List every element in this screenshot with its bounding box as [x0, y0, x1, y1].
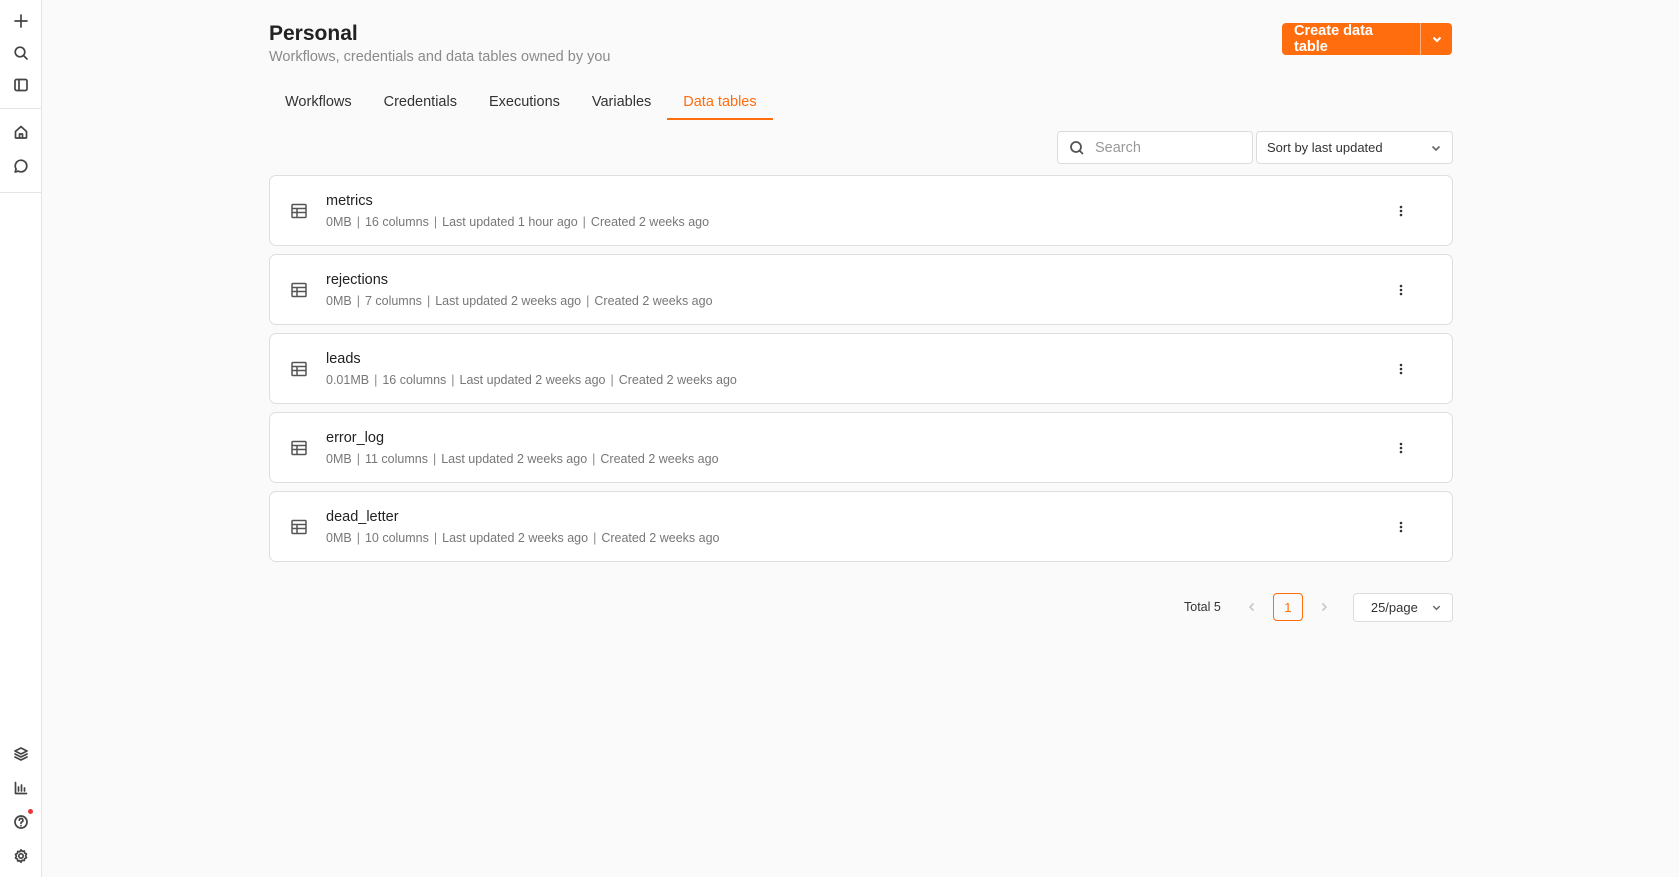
search-icon [1070, 140, 1084, 155]
prev-page-button[interactable] [1241, 594, 1263, 620]
data-table-created: Created 2 weeks ago [618, 373, 737, 387]
data-table-columns: 10 columns [364, 531, 429, 545]
chevron-right-icon [1321, 602, 1327, 612]
sort-select-value: Sort by last updated [1267, 140, 1383, 155]
sidebar-divider [0, 108, 41, 109]
data-table-created: Created 2 weeks ago [594, 294, 713, 308]
data-table-size: 0MB [326, 531, 352, 545]
table-icon [290, 202, 308, 220]
home-icon[interactable] [8, 119, 34, 145]
page-title: Personal [269, 22, 358, 45]
search-icon[interactable] [8, 40, 34, 66]
data-table-updated: Last updated 2 weeks ago [435, 294, 582, 308]
data-table-name[interactable]: rejections [326, 272, 388, 288]
more-options-icon[interactable] [1390, 437, 1412, 459]
data-table-updated: Last updated 2 weeks ago [442, 531, 589, 545]
data-table-size: 0.01MB [326, 373, 370, 387]
data-table-row-dead-letter[interactable]: dead_letter 0MB | 10 columns | Last updated … [269, 491, 1453, 562]
tab-variables[interactable]: Variables [576, 88, 667, 120]
tab-workflows[interactable]: Workflows [269, 88, 368, 120]
search-box[interactable] [1057, 131, 1253, 164]
data-table-meta: 0MB | 10 columns | Last updated 2 weeks ago |… [326, 531, 720, 545]
chevron-down-icon [1431, 145, 1441, 151]
data-table-row-metrics[interactable]: metrics 0MB | 16 columns | Last updated 1 ho… [269, 175, 1453, 246]
more-options-icon[interactable] [1390, 200, 1412, 222]
data-table-columns: 16 columns [364, 215, 429, 229]
tab-data-tables[interactable]: Data tables [667, 88, 773, 120]
create-data-table-button[interactable]: Create data table [1282, 23, 1421, 55]
data-table-list: metrics 0MB | 16 columns | Last updated 1 ho… [269, 175, 1453, 570]
notification-dot [28, 809, 33, 814]
data-table-row-rejections[interactable]: rejections 0MB | 7 columns | Last updated 2 … [269, 254, 1453, 325]
data-table-size: 0MB [326, 452, 352, 466]
sidebar-divider [0, 192, 41, 193]
next-page-button[interactable] [1313, 594, 1335, 620]
chevron-down-icon [1432, 36, 1441, 43]
data-table-columns: 16 columns [382, 373, 447, 387]
page-subtitle: Workflows, credentials and data tables o… [269, 49, 611, 65]
settings-icon[interactable] [8, 843, 34, 869]
data-table-columns: 7 columns [364, 294, 422, 308]
data-table-meta: 0.01MB | 16 columns | Last updated 2 weeks a… [326, 373, 737, 387]
data-table-created: Created 2 weeks ago [590, 215, 710, 229]
tab-executions[interactable]: Executions [473, 88, 576, 120]
data-table-name[interactable]: leads [326, 351, 361, 367]
data-table-created: Created 2 weeks ago [600, 452, 719, 466]
data-table-meta: 0MB | 11 columns | Last updated 2 weeks ago |… [326, 452, 719, 466]
more-options-icon[interactable] [1390, 516, 1412, 538]
create-data-table-button-group: Create data table [1282, 23, 1452, 55]
data-table-created: Created 2 weeks ago [601, 531, 720, 545]
chat-icon[interactable] [8, 153, 34, 179]
data-table-size: 0MB [326, 215, 352, 229]
chevron-down-icon [1432, 605, 1441, 610]
more-options-icon[interactable] [1390, 279, 1412, 301]
pagination-total: Total 5 [1184, 600, 1221, 614]
data-table-name[interactable]: error_log [326, 430, 384, 446]
data-table-columns: 11 columns [364, 452, 428, 466]
table-icon [290, 281, 308, 299]
templates-icon[interactable] [8, 741, 34, 767]
data-table-size: 0MB [326, 294, 352, 308]
data-table-name[interactable]: metrics [326, 193, 373, 209]
page-size-select[interactable]: 25/page [1352, 592, 1453, 622]
pagination: Total 5 1 25/page [1184, 592, 1453, 622]
create-options-dropdown-button[interactable] [1421, 23, 1452, 55]
table-icon [290, 360, 308, 378]
plus-icon[interactable] [8, 8, 34, 34]
page-number-current[interactable]: 1 [1272, 593, 1303, 621]
more-options-icon[interactable] [1390, 358, 1412, 380]
sidebar [0, 0, 42, 877]
data-table-updated: Last updated 1 hour ago [442, 215, 578, 229]
table-icon [290, 518, 308, 536]
search-input[interactable] [1095, 139, 1245, 156]
data-table-updated: Last updated 2 weeks ago [459, 373, 606, 387]
data-table-updated: Last updated 2 weeks ago [441, 452, 588, 466]
table-icon [290, 439, 308, 457]
data-table-name[interactable]: dead_letter [326, 509, 399, 525]
project-tabs: Workflows Credentials Executions Variabl… [269, 88, 773, 120]
data-table-row-error-log[interactable]: error_log 0MB | 11 columns | Last updated 2 … [269, 412, 1453, 483]
chevron-left-icon [1248, 602, 1254, 612]
help-icon[interactable] [8, 809, 34, 835]
sidebar-toggle-icon[interactable] [8, 72, 34, 98]
data-table-meta: 0MB | 7 columns | Last updated 2 weeks ago | C… [326, 294, 713, 308]
page-size-value: 25/page [1370, 599, 1418, 615]
data-table-meta: 0MB | 16 columns | Last updated 1 hour ago | C… [326, 215, 710, 229]
sort-select[interactable]: Sort by last updated [1256, 131, 1453, 164]
tab-credentials[interactable]: Credentials [368, 88, 473, 120]
insights-icon[interactable] [8, 775, 34, 801]
data-table-row-leads[interactable]: leads 0.01MB | 16 columns | Last updated 2 w… [269, 333, 1453, 404]
